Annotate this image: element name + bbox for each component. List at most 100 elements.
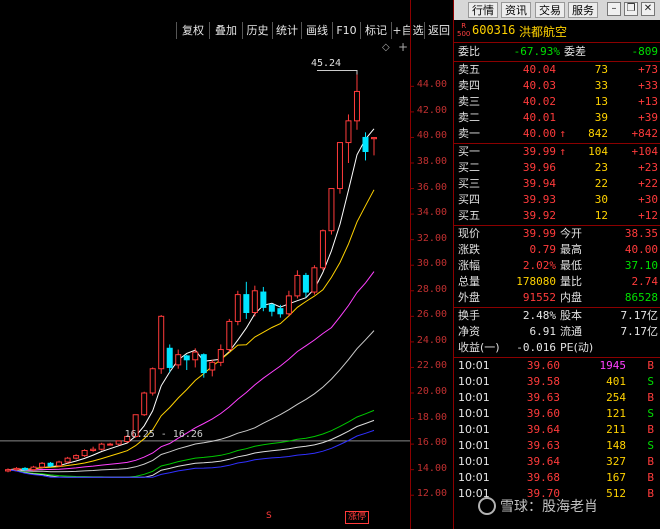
price-axis-tick: 20.00: [416, 386, 447, 397]
tick-row[interactable]: 10:01 39.64 327 B: [454, 454, 660, 470]
diamond-icon[interactable]: ◇: [382, 42, 390, 53]
fin-value: -0.016: [516, 341, 556, 354]
fin-label: 股本: [560, 309, 582, 322]
stat-value: 91552: [522, 291, 556, 304]
tick-row[interactable]: 10:01 39.58 401 S: [454, 374, 660, 390]
weibi-value: -67.93%: [513, 45, 560, 58]
toolbar-overlay-button[interactable]: 叠加: [209, 22, 242, 39]
bids-row[interactable]: 买二 39.96 23 +23: [454, 160, 660, 176]
tab-news[interactable]: 资讯: [501, 2, 531, 18]
candlestick: [302, 272, 309, 298]
asks-row[interactable]: 卖四 40.03 33 +33: [454, 78, 660, 94]
toolbar-f10-button[interactable]: F10: [332, 22, 360, 39]
candle-body: [285, 295, 292, 315]
price-axis-tick: 16.00: [416, 437, 447, 449]
tick-row[interactable]: 10:01 39.64 211 B: [454, 422, 660, 438]
asks-volume: 73: [594, 63, 608, 76]
price-axis-tick: 12.00: [416, 488, 447, 500]
price-axis-tick: 18.00: [416, 411, 447, 423]
toolbar-fuquan-button[interactable]: 复权: [176, 22, 209, 39]
bids-volume: 12: [594, 209, 608, 222]
price-axis-tick: 14.00: [416, 462, 447, 474]
bids-row[interactable]: 买四 39.93 30 +30: [454, 192, 660, 208]
asks-row[interactable]: 卖一 40.00 ↑ 842 +842: [454, 126, 660, 142]
tick-row[interactable]: 10:01 39.68 167 B: [454, 470, 660, 486]
moving-average-line: [7, 271, 375, 471]
stat-label: 涨跌: [458, 243, 480, 256]
tick-volume: 211: [606, 423, 626, 436]
tick-row[interactable]: 10:01 39.60 1945 B: [454, 358, 660, 374]
watermark: 雪球：股海老肖: [500, 499, 598, 515]
candlestick: [107, 442, 114, 446]
minimize-icon[interactable]: –: [607, 2, 621, 16]
kline-chart-pane[interactable]: 复权 叠加 历史 统计 画线 F10 标记 +自选 返回 ◇ + 44.00 42…: [0, 0, 453, 529]
tick-time: 10:01: [458, 391, 490, 404]
price-axis-tick: 44.00: [416, 79, 447, 91]
stat-label: 涨幅: [458, 259, 480, 272]
quote-panel: 行情 资讯 交易 服务 – ❐ ✕ R 500 600316 洪都航空 委比 -…: [453, 0, 660, 529]
tick-side: B: [647, 391, 654, 404]
asks-row[interactable]: 卖二 40.01 39 +39: [454, 110, 660, 126]
candle-body: [302, 274, 309, 293]
candle-body: [22, 467, 29, 471]
bids-row[interactable]: 买三 39.94 22 +22: [454, 176, 660, 192]
candle-body: [319, 230, 326, 269]
tick-volume: 167: [606, 471, 626, 484]
bids-change: +104: [631, 145, 659, 158]
tick-row[interactable]: 10:01 39.60 121 S: [454, 406, 660, 422]
bids-row[interactable]: 买五 39.92 12 +12: [454, 208, 660, 224]
candle-body: [260, 291, 267, 308]
price-axis-tick: 40.00: [416, 130, 447, 142]
toolbar-history-button[interactable]: 历史: [242, 22, 272, 39]
candle-body: [311, 267, 318, 293]
toolbar-stats-button[interactable]: 统计: [272, 22, 301, 39]
candlestick: [56, 460, 63, 468]
candlestick: [166, 344, 173, 373]
stat-label: 量比: [560, 275, 582, 288]
bids-volume: 22: [594, 177, 608, 190]
tick-price: 39.64: [526, 455, 560, 468]
asks-row[interactable]: 卖五 40.04 73 +73: [454, 62, 660, 78]
candle-body: [345, 120, 352, 144]
bids-row[interactable]: 买一 39.99 ↑ 104 +104: [454, 144, 660, 160]
fin-value: 2.48%: [522, 309, 556, 322]
fin-label: PE(动): [560, 341, 594, 354]
tab-service[interactable]: 服务: [568, 2, 598, 18]
snowball-logo-icon: [478, 497, 496, 515]
stat-label: 今开: [560, 227, 582, 240]
tick-time: 10:01: [458, 439, 490, 452]
candle-body: [328, 188, 335, 232]
tick-volume: 254: [606, 391, 626, 404]
fin-label: 换手: [458, 309, 480, 322]
tick-row[interactable]: 10:01 39.63 148 S: [454, 438, 660, 454]
asks-volume: 842: [588, 127, 608, 140]
bids-label: 买三: [458, 177, 480, 190]
candle-body: [98, 443, 105, 450]
asks-label: 卖一: [458, 127, 480, 140]
candle-body: [226, 320, 233, 351]
price-axis: 44.00 42.00 40.00 38.00 36.00 34.00 32.00 30.00…: [410, 0, 453, 529]
weibi-label: 委比: [458, 45, 480, 58]
asks-label: 卖二: [458, 111, 480, 124]
tab-market[interactable]: 行情: [468, 2, 498, 18]
tick-row[interactable]: 10:01 39.63 254 B: [454, 390, 660, 406]
asks-row[interactable]: 卖三 40.02 13 +13: [454, 94, 660, 110]
tab-trade[interactable]: 交易: [535, 2, 565, 18]
candlestick: [149, 367, 156, 396]
toolbar-draw-button[interactable]: 画线: [301, 22, 332, 39]
close-icon[interactable]: ✕: [641, 2, 655, 16]
candle-body: [115, 440, 122, 445]
stat-value: 178080: [516, 275, 556, 288]
stat-value: 39.99: [522, 227, 556, 240]
tick-side: B: [647, 471, 654, 484]
bids-label: 买五: [458, 209, 480, 222]
chart-toolbar: 复权 叠加 历史 统计 画线 F10 标记 +自选 返回: [0, 22, 453, 39]
s-marker: S: [266, 511, 272, 521]
restore-icon[interactable]: ❐: [624, 2, 638, 16]
tick-side: S: [647, 375, 654, 388]
kline-chart[interactable]: [0, 0, 453, 529]
plus-icon[interactable]: +: [398, 40, 408, 54]
toolbar-mark-button[interactable]: 标记: [360, 22, 391, 39]
tick-side: S: [647, 407, 654, 420]
top-tab-bar: 行情 资讯 交易 服务 – ❐ ✕: [454, 0, 660, 20]
